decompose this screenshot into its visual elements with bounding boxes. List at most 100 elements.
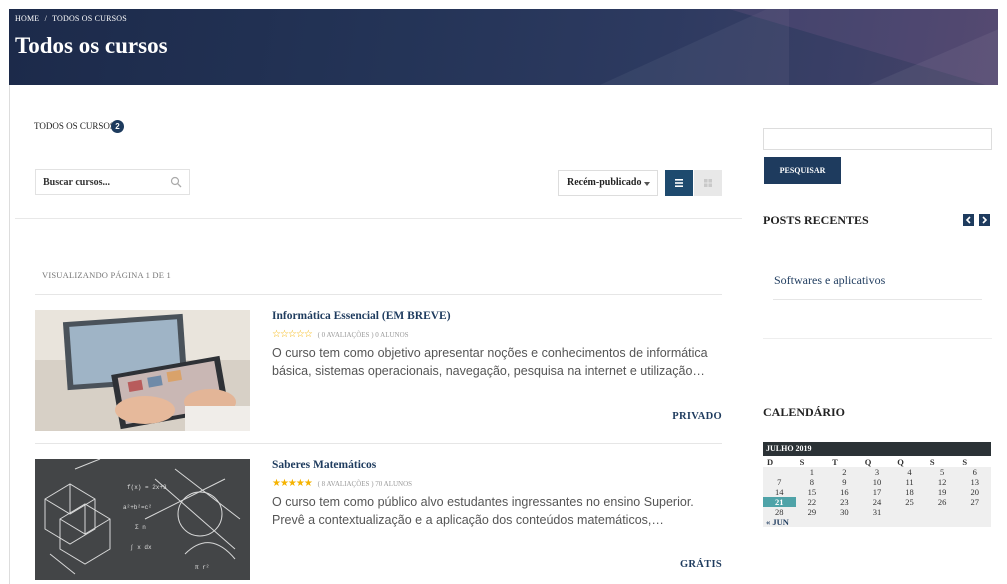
calendar-day: 20 (958, 487, 991, 497)
chevron-right-icon (982, 216, 988, 224)
calendar-day: 24 (860, 497, 894, 507)
chevron-left-icon (965, 216, 971, 224)
calendar-day: 18 (893, 487, 926, 497)
sort-select[interactable]: Recém-publicado (558, 170, 658, 196)
course-students: 70 ALUNOS (375, 480, 413, 488)
calendar-day: 19 (925, 487, 959, 497)
chevron-down-icon (644, 182, 650, 186)
content-border (9, 85, 10, 584)
calendar-day: 1 (795, 467, 829, 477)
breadcrumb-home[interactable]: HOME (15, 14, 39, 23)
grid-view-button[interactable] (694, 170, 722, 196)
calendar-week: 21 22 23 24 25 26 27 (763, 497, 991, 507)
divider (763, 338, 992, 339)
calendar-day: 27 (958, 497, 991, 507)
calendar: JULHO 2019 DSTQQSS 1 2 3 4 5 6 7 8 9 10 11 12 13 14 15… (763, 442, 991, 527)
grid-icon (704, 179, 712, 187)
calendar-day: 26 (925, 497, 959, 507)
course-meta: ☆☆☆☆☆ ( 0 AVALIAÇÕES ) 0 ALUNOS (272, 329, 409, 340)
calendar-weekday: Q (860, 456, 894, 467)
course-search-box (35, 169, 190, 195)
calendar-week: 123456 (763, 467, 991, 477)
divider (35, 443, 722, 444)
calendar-week: 14 15 16 17 18 19 20 (763, 487, 991, 497)
svg-text:a²+b²=c²: a²+b²=c² (123, 504, 152, 511)
sidebar-search-input[interactable] (764, 129, 991, 149)
svg-text:Σ n: Σ n (135, 524, 146, 531)
calendar-weekday: S (958, 456, 991, 467)
calendar-day: 12 (925, 477, 959, 487)
rating-stars-icon: ★★★★★ (272, 478, 313, 489)
calendar-weekday: D (763, 456, 796, 467)
svg-text:π r²: π r² (195, 564, 209, 571)
calendar-day: 28 (763, 507, 796, 517)
course-title[interactable]: Informática Essencial (EM BREVE) (272, 310, 451, 322)
course-title[interactable]: Saberes Matemáticos (272, 459, 376, 471)
course-price: GRÁTIS (679, 559, 722, 570)
course-thumbnail[interactable] (35, 310, 250, 431)
page-header: HOME / TODOS OS CURSOS Todos os cursos (9, 9, 998, 85)
calendar-week: 28 29 30 31 (763, 507, 991, 517)
calendar-empty-cell (958, 507, 991, 517)
next-posts-button[interactable] (979, 214, 990, 226)
list-icon (675, 179, 683, 187)
search-icon[interactable] (170, 176, 182, 188)
calendar-day: 21 (763, 497, 796, 507)
calendar-day: 3 (860, 467, 894, 477)
calendar-day: 23 (828, 497, 861, 507)
calendar-day: 4 (893, 467, 926, 477)
calendar-day: 13 (958, 477, 991, 487)
calendar-weekday: Q (893, 456, 926, 467)
calendar-day: 31 (860, 507, 894, 517)
recent-post-link[interactable]: Softwares e aplicativos (774, 273, 885, 288)
calendar-day: 2 (828, 467, 861, 477)
calendar-day: 25 (893, 497, 926, 507)
calendar-week: 7 8 9 10 11 12 13 (763, 477, 991, 487)
course-thumbnail[interactable]: f(x) = 2x+3 a²+b²=c² Σ n ∫ x dx π r² (35, 459, 250, 580)
calendar-day: 15 (795, 487, 829, 497)
calendar-day: 7 (763, 477, 796, 487)
calendar-day: 9 (828, 477, 861, 487)
svg-text:f(x) = 2x+3: f(x) = 2x+3 (127, 484, 167, 491)
calendar-day: 10 (860, 477, 894, 487)
breadcrumb: HOME / TODOS OS CURSOS (15, 14, 127, 23)
course-reviews: ( 8 AVALIAÇÕES ) (317, 480, 374, 488)
paging-info: VISUALIZANDO PÁGINA 1 DE 1 (42, 270, 171, 280)
breadcrumb-separator: / (44, 14, 47, 23)
course-search-input[interactable] (36, 170, 164, 194)
calendar-day: 16 (828, 487, 861, 497)
course-meta: ★★★★★ ( 8 AVALIAÇÕES ) 70 ALUNOS (272, 478, 412, 489)
calendar-weekday: S (795, 456, 829, 467)
search-button[interactable]: PESQUISAR (764, 157, 841, 184)
calendar-weekday: S (925, 456, 959, 467)
calendar-day: 5 (925, 467, 959, 477)
divider (15, 218, 742, 219)
course-description: O curso tem como público alvo estudantes… (272, 495, 694, 527)
course-reviews: ( 0 AVALIAÇÕES ) (317, 331, 374, 339)
calendar-day: 22 (795, 497, 829, 507)
calendar-day: 30 (828, 507, 861, 517)
calendar-month: JULHO 2019 (763, 442, 991, 456)
course-price: PRIVADO (672, 411, 722, 422)
calendar-empty-cell (763, 467, 796, 477)
divider (773, 299, 982, 300)
calendar-prev-month-link[interactable]: « JUN (763, 517, 991, 527)
course-count-label: TODOS OS CURSOS (34, 121, 115, 131)
course-description: O curso tem como objetivo apresentar noç… (272, 346, 708, 378)
recent-posts-heading: POSTS RECENTES (763, 213, 869, 227)
list-view-button[interactable] (665, 170, 693, 196)
prev-posts-button[interactable] (963, 214, 974, 226)
svg-text:∫ x dx: ∫ x dx (130, 544, 152, 551)
calendar-empty-cell (925, 507, 959, 517)
calendar-day: 29 (795, 507, 829, 517)
course-item: Informática Essencial (EM BREVE) ☆☆☆☆☆ (… (35, 310, 722, 432)
calendar-empty-cell (893, 507, 926, 517)
breadcrumb-current: TODOS OS CURSOS (52, 14, 127, 23)
page-title: Todos os cursos (15, 33, 168, 58)
calendar-day: 11 (893, 477, 926, 487)
calendar-day: 6 (958, 467, 991, 477)
calendar-day: 8 (795, 477, 829, 487)
calendar-day: 17 (860, 487, 894, 497)
calendar-weekday: T (828, 456, 861, 467)
course-count-badge: 2 (111, 120, 124, 133)
